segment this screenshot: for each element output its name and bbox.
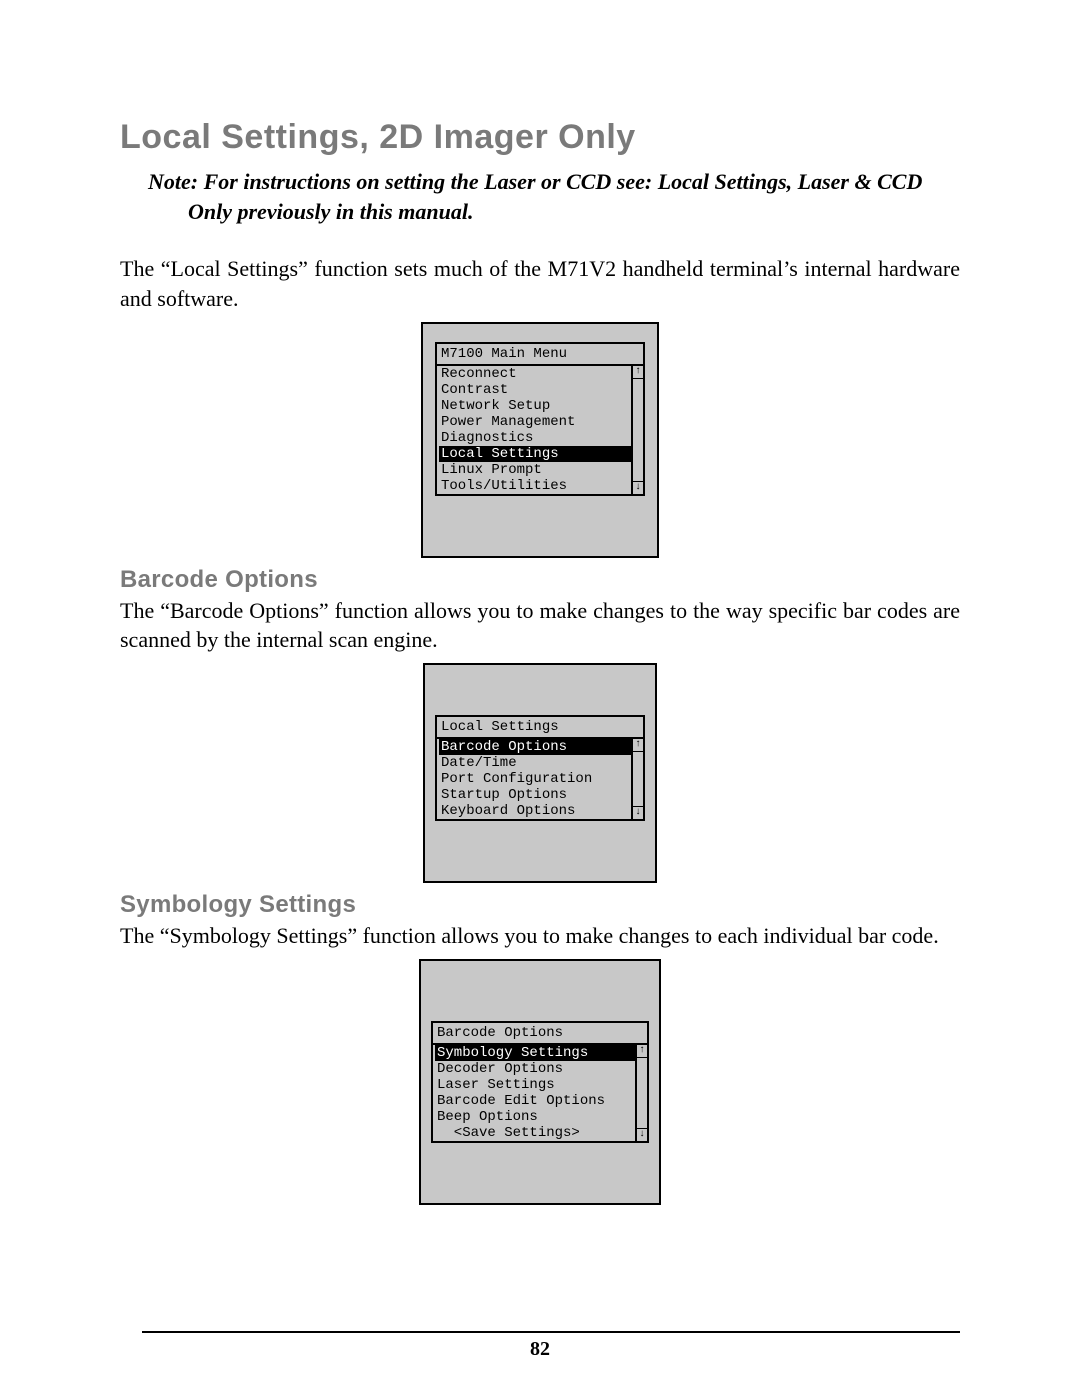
menu-body: ReconnectContrastNetwork SetupPower Mana… — [437, 366, 643, 494]
menu-item[interactable]: Symbology Settings — [435, 1045, 645, 1061]
menu-item[interactable]: Power Management — [439, 414, 641, 430]
menu-item[interactable]: Barcode Options — [439, 739, 641, 755]
scroll-down-icon[interactable]: ↓ — [637, 1128, 647, 1141]
scroll-down-icon[interactable]: ↓ — [633, 481, 643, 494]
scroll-up-icon[interactable]: ↑ — [633, 366, 643, 379]
menu-item[interactable]: Barcode Edit Options — [435, 1093, 645, 1109]
device-screenshot-1: M7100 Main Menu ReconnectContrastNetwork… — [120, 322, 960, 558]
scroll-up-icon[interactable]: ↑ — [633, 739, 643, 752]
menu-item[interactable]: Laser Settings — [435, 1077, 645, 1093]
footer-rule — [142, 1331, 960, 1333]
scrollbar[interactable]: ↑ ↓ — [635, 1045, 647, 1141]
menu-body: Symbology SettingsDecoder OptionsLaser S… — [433, 1045, 647, 1141]
device-frame: M7100 Main Menu ReconnectContrastNetwork… — [421, 322, 659, 558]
device-frame: Barcode Options Symbology SettingsDecode… — [419, 959, 661, 1205]
menu-title: M7100 Main Menu — [437, 344, 643, 366]
intro-paragraph: The “Local Settings” function sets much … — [120, 254, 960, 313]
lcd-screen: M7100 Main Menu ReconnectContrastNetwork… — [435, 342, 645, 496]
menu-item[interactable]: Date/Time — [439, 755, 641, 771]
note-paragraph: Note: For instructions on setting the La… — [120, 167, 960, 226]
symbology-settings-paragraph: The “Symbology Settings” function allows… — [120, 921, 960, 951]
barcode-options-paragraph: The “Barcode Options” function allows yo… — [120, 596, 960, 655]
menu-title: Barcode Options — [433, 1023, 647, 1045]
menu-item[interactable]: <Save Settings> — [435, 1125, 645, 1141]
menu-item[interactable]: Local Settings — [439, 446, 641, 462]
section-heading-barcode-options: Barcode Options — [120, 566, 960, 594]
menu-item[interactable]: Diagnostics — [439, 430, 641, 446]
page-title: Local Settings, 2D Imager Only — [120, 118, 960, 157]
menu-item[interactable]: Startup Options — [439, 787, 641, 803]
menu-item[interactable]: Network Setup — [439, 398, 641, 414]
note-line2: Only previously in this manual. — [148, 197, 960, 227]
lcd-screen: Local Settings Barcode OptionsDate/TimeP… — [435, 715, 645, 821]
lcd-screen: Barcode Options Symbology SettingsDecode… — [431, 1021, 649, 1143]
menu-title: Local Settings — [437, 717, 643, 739]
menu-item[interactable]: Tools/Utilities — [439, 478, 641, 494]
menu-body: Barcode OptionsDate/TimePort Configurati… — [437, 739, 643, 819]
manual-page: Local Settings, 2D Imager Only Note: For… — [0, 0, 1080, 1397]
device-screenshot-3: Barcode Options Symbology SettingsDecode… — [120, 959, 960, 1205]
menu-list[interactable]: ReconnectContrastNetwork SetupPower Mana… — [437, 366, 643, 494]
menu-item[interactable]: Port Configuration — [439, 771, 641, 787]
note-line1: Note: For instructions on setting the La… — [148, 169, 922, 194]
menu-item[interactable]: Linux Prompt — [439, 462, 641, 478]
menu-item[interactable]: Contrast — [439, 382, 641, 398]
scrollbar[interactable]: ↑ ↓ — [631, 739, 643, 819]
menu-item[interactable]: Reconnect — [439, 366, 641, 382]
scroll-down-icon[interactable]: ↓ — [633, 806, 643, 819]
menu-item[interactable]: Decoder Options — [435, 1061, 645, 1077]
scrollbar[interactable]: ↑ ↓ — [631, 366, 643, 494]
page-number: 82 — [0, 1338, 1080, 1361]
device-screenshot-2: Local Settings Barcode OptionsDate/TimeP… — [120, 663, 960, 883]
scroll-up-icon[interactable]: ↑ — [637, 1045, 647, 1058]
device-frame: Local Settings Barcode OptionsDate/TimeP… — [423, 663, 657, 883]
menu-list[interactable]: Barcode OptionsDate/TimePort Configurati… — [437, 739, 643, 819]
menu-list[interactable]: Symbology SettingsDecoder OptionsLaser S… — [433, 1045, 647, 1141]
section-heading-symbology-settings: Symbology Settings — [120, 891, 960, 919]
menu-item[interactable]: Keyboard Options — [439, 803, 641, 819]
menu-item[interactable]: Beep Options — [435, 1109, 645, 1125]
